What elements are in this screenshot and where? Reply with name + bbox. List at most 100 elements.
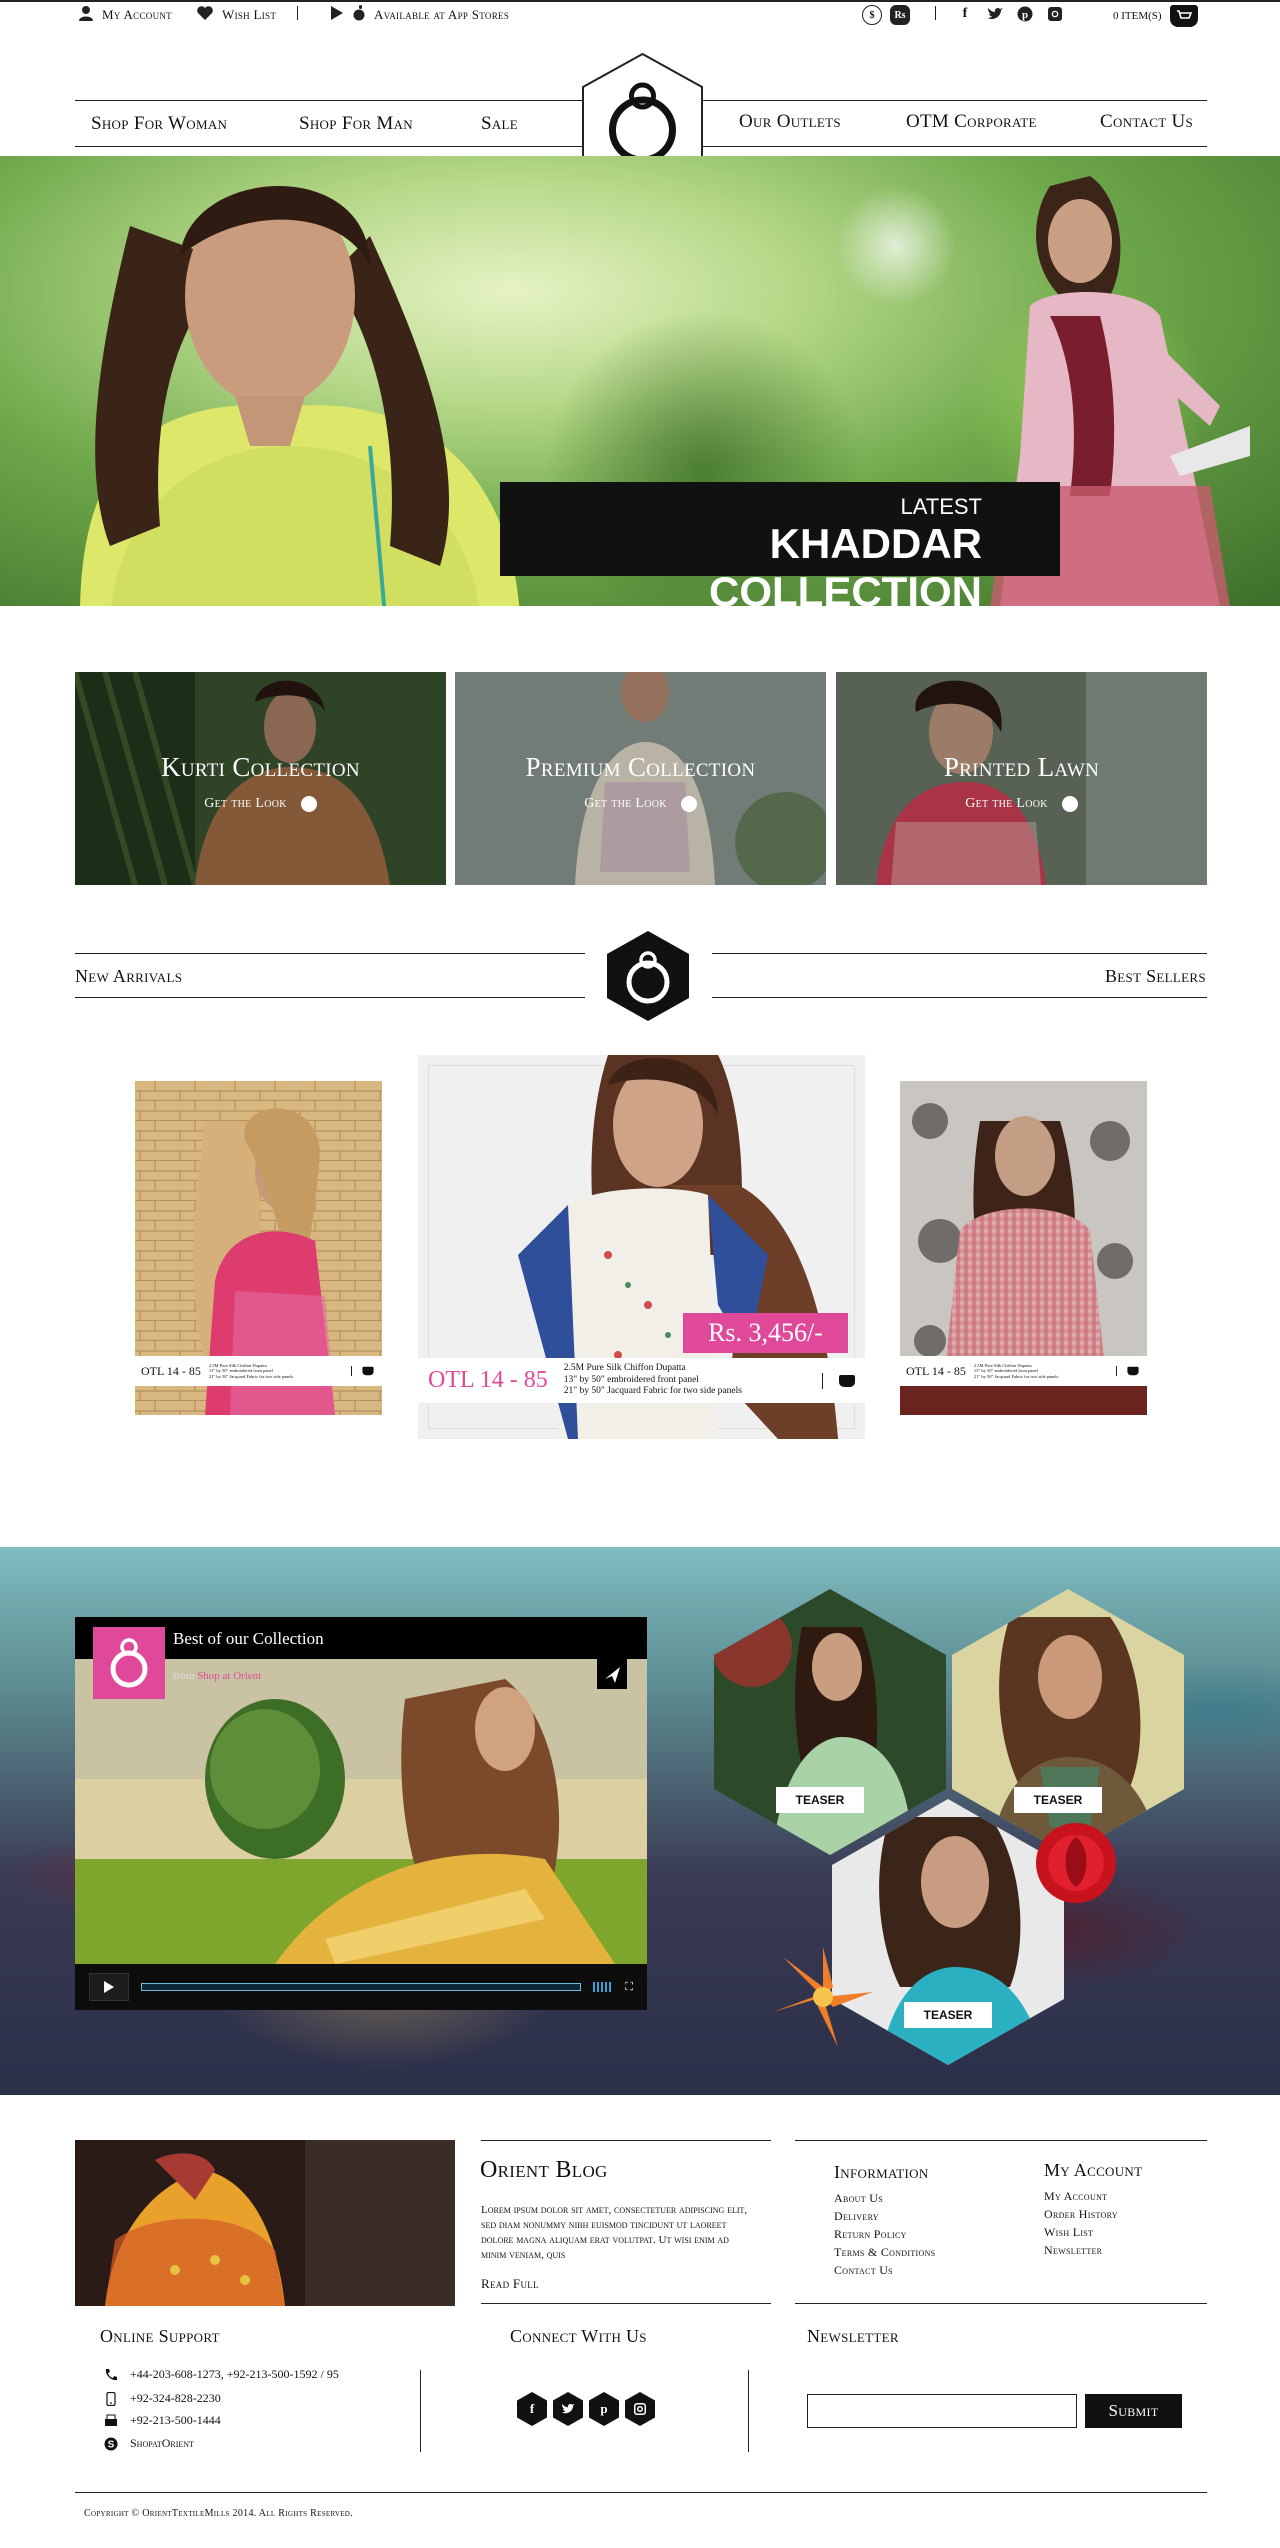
mobile-icon [104,2391,118,2406]
footer-social-links: f p [517,2392,655,2426]
newsletter-email-input[interactable] [807,2394,1077,2428]
cart-link[interactable]: 0 ITEM(S) [1113,5,1198,27]
svg-text:p: p [1022,9,1028,21]
section-line [712,997,1207,998]
tab-new-arrivals[interactable]: New Arrivals [75,966,182,987]
hero-latest-label: LATEST [900,494,982,519]
facebook-icon[interactable]: f [517,2392,547,2426]
footer-line [481,2140,771,2141]
video-progress-bar[interactable] [141,1983,582,1991]
add-to-cart-icon[interactable] [1127,1366,1139,1376]
blog-excerpt: Lorem ipsum dolor sit amet, consectetuer… [481,2204,748,2261]
section-line [712,953,1207,954]
twitter-icon[interactable] [986,5,1004,23]
information-title: Information [834,2162,929,2182]
channel-avatar[interactable] [93,1627,165,1699]
instagram-icon[interactable] [1046,5,1064,23]
footer-link-return-policy[interactable]: Return Policy [834,2225,935,2243]
footer-link-contact-us[interactable]: Contact Us [834,2261,935,2279]
facebook-icon[interactable]: f [956,5,974,23]
video-controls: ⛶ [75,1964,647,2010]
product-card[interactable]: OTL 14 - 85 2.5M Pure Silk Chiffon Dupat… [900,1081,1147,1415]
my-account-title: My Account [1044,2160,1143,2180]
apple-icon [352,5,366,25]
hero-model-image [80,186,520,606]
tile-cta[interactable]: Get the Look [836,796,1207,812]
video-player[interactable]: Best of our Collection from Shop at Orie… [75,1617,647,2010]
price-tag: Rs. 3,456/- [683,1313,848,1353]
rose-icon [1036,1823,1116,1903]
support-fax: +92-213-500-1444 [104,2413,221,2428]
my-account-link[interactable]: My Account [78,5,172,25]
hero-banner-slider[interactable]: LATEST KHADDAR COLLECTION [0,156,1280,606]
cart-count: 0 ITEM(S) [1113,10,1162,22]
wish-list-link[interactable]: Wish List [196,5,276,25]
channel-link[interactable]: Shop at Orient [197,1670,261,1682]
product-description: 2.5M Pure Silk Chiffon Dupatta 13" by 50… [208,1362,294,1379]
product-card-featured[interactable]: Rs. 3,456/- OTL 14 - 85 2.5M Pure Silk C… [418,1055,865,1439]
dot-icon [300,796,317,812]
skype-icon: S [104,2437,118,2451]
footer-link-terms[interactable]: Terms & Conditions [834,2243,935,2261]
product-info-bar: OTL 14 - 85 2.5M Pure Silk Chiffon Dupat… [135,1356,382,1386]
lily-icon [773,1947,873,2047]
app-stores-link[interactable]: Available at App Stores [330,5,509,25]
hero-caption: LATEST KHADDAR COLLECTION [500,482,1060,606]
play-icon[interactable] [89,1973,129,2001]
online-support-title: Online Support [100,2326,220,2346]
footer-vertical-divider [748,2370,749,2452]
instagram-icon[interactable] [625,2392,655,2426]
video-frame[interactable] [75,1659,647,1964]
volume-icon[interactable] [593,1982,614,1992]
nav-otm-corporate[interactable]: OTM Corporate [906,111,1037,133]
product-code: OTL 14 - 85 [906,1363,966,1378]
support-mobile: +92-324-828-2230 [104,2391,221,2406]
tile-kurti-collection[interactable]: Kurti Collection Get the Look [75,672,446,885]
heart-icon [196,5,214,25]
currency-rs-button[interactable]: Rs [890,5,910,25]
social-links: f p [956,5,1064,23]
product-card[interactable]: OTL 14 - 85 2.5M Pure Silk Chiffon Dupat… [135,1081,382,1415]
fullscreen-icon[interactable]: ⛶ [625,1981,633,1994]
video-title[interactable]: Best of our Collection [173,1629,324,1649]
pinterest-icon[interactable]: p [589,2392,619,2426]
currency-dollar-button[interactable]: $ [862,5,882,25]
nav-shop-men[interactable]: Shop For Man [299,113,413,135]
tile-premium-collection[interactable]: Premium Collection Get the Look [455,672,826,885]
footer-bottom-line [75,2492,1207,2493]
nav-shop-women[interactable]: Shop For Woman [91,113,227,135]
nav-our-outlets[interactable]: Our Outlets [739,111,841,133]
twitter-icon[interactable] [553,2392,583,2426]
user-icon [78,5,94,25]
pinterest-icon[interactable]: p [1016,5,1034,23]
currency-switcher: $ Rs [862,5,910,25]
nav-contact-us[interactable]: Contact Us [1100,111,1193,133]
footer-link-newsletter[interactable]: Newsletter [1044,2241,1118,2259]
phone-icon [104,2368,118,2382]
add-to-cart-icon[interactable] [362,1366,374,1376]
fax-icon [104,2414,118,2428]
footer-link-about-us[interactable]: About Us [834,2189,935,2207]
footer-link-delivery[interactable]: Delivery [834,2207,935,2225]
dot-icon [1061,796,1078,812]
tile-cta[interactable]: Get the Look [75,796,446,812]
tab-best-sellers[interactable]: Best Sellers [1105,966,1206,987]
nav-sale[interactable]: Sale [481,113,518,135]
tile-cta[interactable]: Get the Look [455,796,826,812]
product-info-bar: OTL 14 - 85 2.5M Pure Silk Chiffon Dupat… [900,1356,1147,1386]
newsletter-submit-button[interactable]: Submit [1085,2394,1182,2428]
footer-link-wish-list[interactable]: Wish List [1044,2223,1118,2241]
add-to-cart-icon[interactable] [839,1374,855,1387]
product-code: OTL 14 - 85 [428,1367,548,1393]
divider [1116,1366,1117,1376]
read-full-link[interactable]: Read Full [481,2276,539,2292]
footer-link-my-account[interactable]: My Account [1044,2187,1118,2205]
section-line [75,953,585,954]
copyright: Copyright © OrientTextileMills 2014. All… [84,2508,353,2519]
teaser-label: TEASER [904,2002,992,2028]
section-line [75,997,585,998]
tile-printed-lawn[interactable]: Printed Lawn Get the Look [836,672,1207,885]
footer-vertical-divider [420,2370,421,2452]
footer-link-order-history[interactable]: Order History [1044,2205,1118,2223]
footer-promo-image[interactable] [75,2140,455,2306]
